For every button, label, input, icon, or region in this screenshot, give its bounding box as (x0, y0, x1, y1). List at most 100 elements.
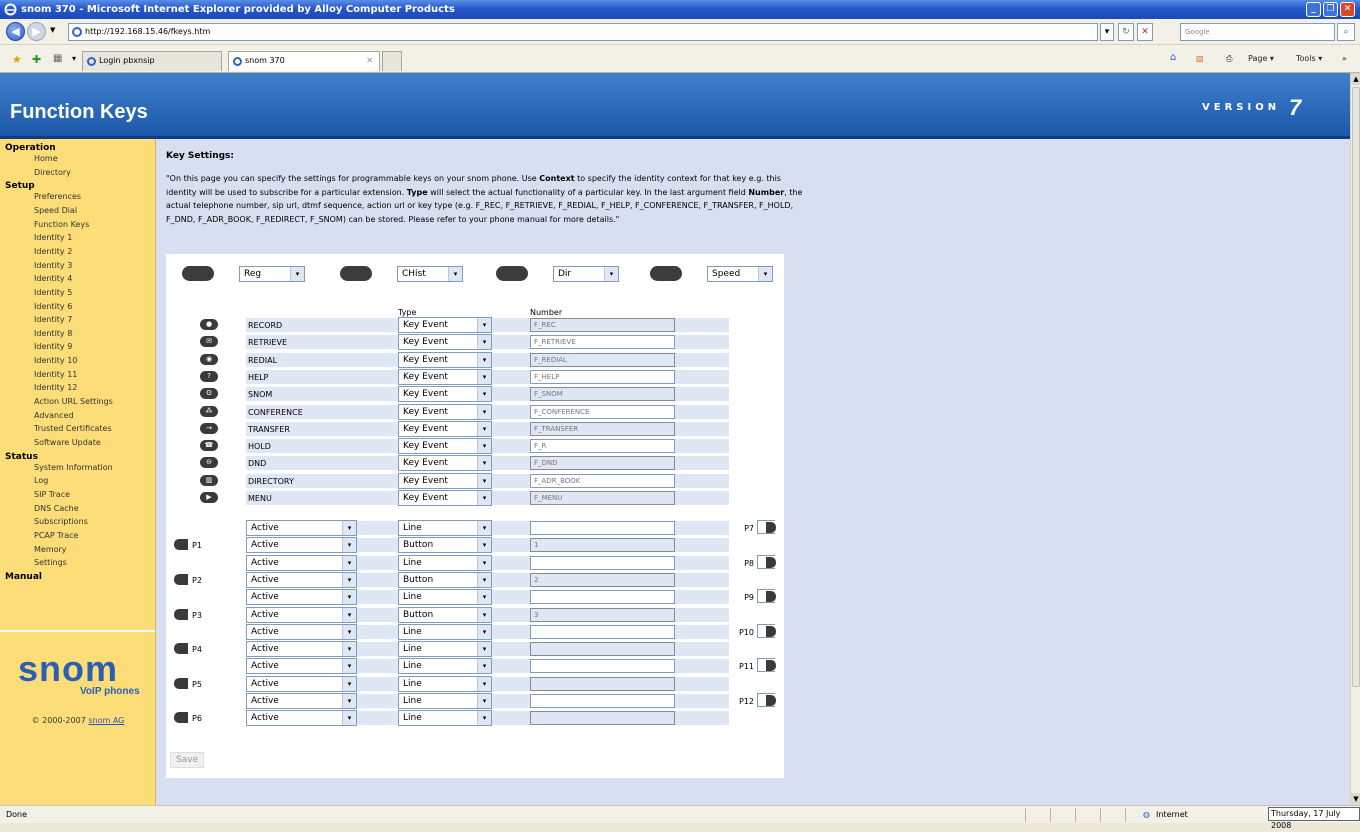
sidebar-item-identity-2[interactable]: Identity 2 (34, 247, 72, 256)
sidebar-item-speed-dial[interactable]: Speed Dial (34, 206, 77, 215)
sidebar-item-dns-cache[interactable]: DNS Cache (34, 504, 79, 513)
search-icon[interactable]: ⌕ (1337, 23, 1355, 41)
fixed-key-number-input[interactable]: F_DND (530, 456, 675, 471)
fixed-key-type-select[interactable]: Key Event ▾ (398, 386, 492, 403)
feeds-icon[interactable]: ▧ (1196, 54, 1204, 63)
sidebar-item-identity-8[interactable]: Identity 8 (34, 329, 72, 338)
forward-button[interactable]: ▶ (27, 22, 46, 41)
chevron-down-icon[interactable]: ▾ (477, 590, 491, 605)
chevron-down-icon[interactable]: ▾ (342, 607, 356, 622)
scroll-up-icon[interactable]: ▲ (1351, 73, 1360, 85)
prog-key-number-input[interactable]: 2 (530, 572, 675, 587)
prog-key-context-select[interactable]: Active ▾ (246, 589, 357, 606)
restore-button[interactable]: ❐ (1323, 2, 1338, 17)
tools-menu[interactable]: Tools ▾ (1296, 54, 1322, 63)
prog-key-context-select[interactable]: Active ▾ (246, 693, 357, 709)
prog-key-context-select[interactable]: Active ▾ (246, 641, 357, 658)
sidebar-item-log[interactable]: Log (34, 476, 48, 485)
softkey-2-select[interactable]: CHist ▾ (397, 266, 463, 282)
chevron-more-icon[interactable]: » (1342, 54, 1347, 63)
new-tab-button[interactable] (382, 51, 402, 71)
sidebar-item-advanced[interactable]: Advanced (34, 411, 74, 420)
prog-key-type-select[interactable]: Line ▾ (398, 589, 492, 606)
prog-key-context-select[interactable]: Active ▾ (246, 571, 357, 588)
chevron-down-icon[interactable]: ▾ (342, 694, 356, 708)
chevron-down-icon[interactable]: ▾ (758, 267, 772, 281)
favorites-star-icon[interactable]: ★ (12, 53, 22, 66)
sidebar-item-preferences[interactable]: Preferences (34, 192, 81, 201)
tab-close-icon[interactable]: ✕ (366, 52, 373, 70)
chevron-down-icon[interactable]: ▾ (477, 572, 491, 587)
chevron-down-icon[interactable]: ▾ (477, 387, 491, 402)
prog-key-number-input[interactable]: 1 (530, 538, 675, 553)
fixed-key-number-input[interactable]: F_MENU (530, 491, 675, 505)
chevron-down-icon[interactable]: ▾ (290, 267, 304, 281)
tab-snom-370[interactable]: snom 370 ✕ (228, 51, 380, 71)
fixed-key-number-input[interactable]: F_REC (530, 318, 675, 332)
prog-key-context-select[interactable]: Active ▾ (246, 623, 357, 640)
sidebar-item-home[interactable]: Home (34, 154, 58, 163)
fixed-key-type-select[interactable]: Key Event ▾ (398, 438, 492, 455)
chevron-down-icon[interactable]: ▾ (342, 555, 356, 570)
fixed-key-type-select[interactable]: Key Event ▾ (398, 420, 492, 437)
prog-key-type-select[interactable]: Line ▾ (398, 554, 492, 571)
fixed-key-type-select[interactable]: Key Event ▾ (398, 317, 492, 333)
sidebar-item-subscriptions[interactable]: Subscriptions (34, 517, 88, 526)
prog-key-number-input[interactable] (530, 659, 675, 674)
chevron-down-icon[interactable]: ▾ (342, 572, 356, 587)
fixed-key-number-input[interactable]: F_R (530, 439, 675, 454)
chevron-down-icon[interactable]: ▾ (477, 538, 491, 553)
chevron-down-icon[interactable]: ▾ (342, 521, 356, 535)
chevron-down-icon[interactable]: ▾ (477, 369, 491, 384)
fixed-key-type-select[interactable]: Key Event ▾ (398, 403, 492, 420)
chevron-down-icon[interactable]: ▾ (477, 439, 491, 454)
vertical-scrollbar[interactable]: ▲ ▼ (1350, 73, 1360, 805)
chevron-down-icon[interactable]: ▾ (477, 642, 491, 657)
sidebar-item-identity-4[interactable]: Identity 4 (34, 274, 72, 283)
prog-key-context-select[interactable]: Active ▾ (246, 658, 357, 675)
prog-key-number-input[interactable] (530, 694, 675, 708)
chevron-down-icon[interactable]: ▾ (477, 318, 491, 332)
prog-key-number-input[interactable]: 3 (530, 607, 675, 622)
chevron-down-icon[interactable]: ▾ (342, 590, 356, 605)
history-dropdown-icon[interactable]: ▼ (50, 26, 55, 34)
sidebar-item-trusted-certificates[interactable]: Trusted Certificates (34, 424, 112, 433)
fixed-key-type-select[interactable]: Key Event ▾ (398, 334, 492, 351)
page-menu[interactable]: Page ▾ (1248, 54, 1274, 63)
fixed-key-number-input[interactable]: F_ADR_BOOK (530, 473, 675, 488)
fixed-key-number-input[interactable]: F_HELP (530, 369, 675, 384)
prog-key-context-select[interactable]: Active ▾ (246, 606, 357, 623)
chevron-down-icon[interactable]: ▾ (477, 711, 491, 726)
fixed-key-number-input[interactable]: F_CONFERENCE (530, 404, 675, 419)
sidebar-item-identity-12[interactable]: Identity 12 (34, 383, 77, 392)
chevron-down-icon[interactable]: ▾ (342, 538, 356, 553)
save-button[interactable]: Save (170, 752, 204, 768)
softkey-3-select[interactable]: Dir ▾ (553, 266, 619, 282)
sidebar-item-identity-7[interactable]: Identity 7 (34, 315, 72, 324)
chevron-down-icon[interactable]: ▾ (477, 694, 491, 708)
chevron-down-icon[interactable]: ▾ (477, 659, 491, 674)
prog-key-type-select[interactable]: Button ▾ (398, 571, 492, 588)
url-dropdown-button[interactable]: ▾ (1100, 23, 1114, 41)
refresh-icon[interactable]: ↻ (1118, 23, 1134, 41)
prog-key-number-input[interactable] (530, 676, 675, 691)
sidebar-item-memory[interactable]: Memory (34, 545, 67, 554)
sidebar-item-software-update[interactable]: Software Update (34, 438, 101, 447)
prog-key-context-select[interactable]: Active ▾ (246, 520, 357, 536)
tab-login-pbxnsip[interactable]: Login pbxnsip (82, 51, 222, 71)
chevron-down-icon[interactable]: ▾ (342, 676, 356, 691)
prog-key-context-select[interactable]: Active ▾ (246, 710, 357, 727)
close-window-button[interactable]: ✕ (1340, 2, 1355, 17)
back-button[interactable]: ◀ (6, 22, 25, 41)
fixed-key-number-input[interactable]: F_SNOM (530, 387, 675, 402)
chevron-down-icon[interactable]: ▾ (342, 711, 356, 726)
prog-key-context-select[interactable]: Active ▾ (246, 675, 357, 692)
snom-ag-link[interactable]: snom AG (88, 716, 124, 725)
print-icon[interactable]: ⎙ (1226, 54, 1232, 64)
quick-tabs-icon[interactable]: ▦ (53, 53, 62, 64)
chevron-down-icon[interactable]: ▾ (477, 352, 491, 367)
home-icon[interactable]: ⌂ (1170, 52, 1176, 63)
sidebar-item-identity-3[interactable]: Identity 3 (34, 261, 72, 270)
sidebar-item-identity-11[interactable]: Identity 11 (34, 370, 77, 379)
softkey-4-select[interactable]: Speed ▾ (707, 266, 773, 282)
